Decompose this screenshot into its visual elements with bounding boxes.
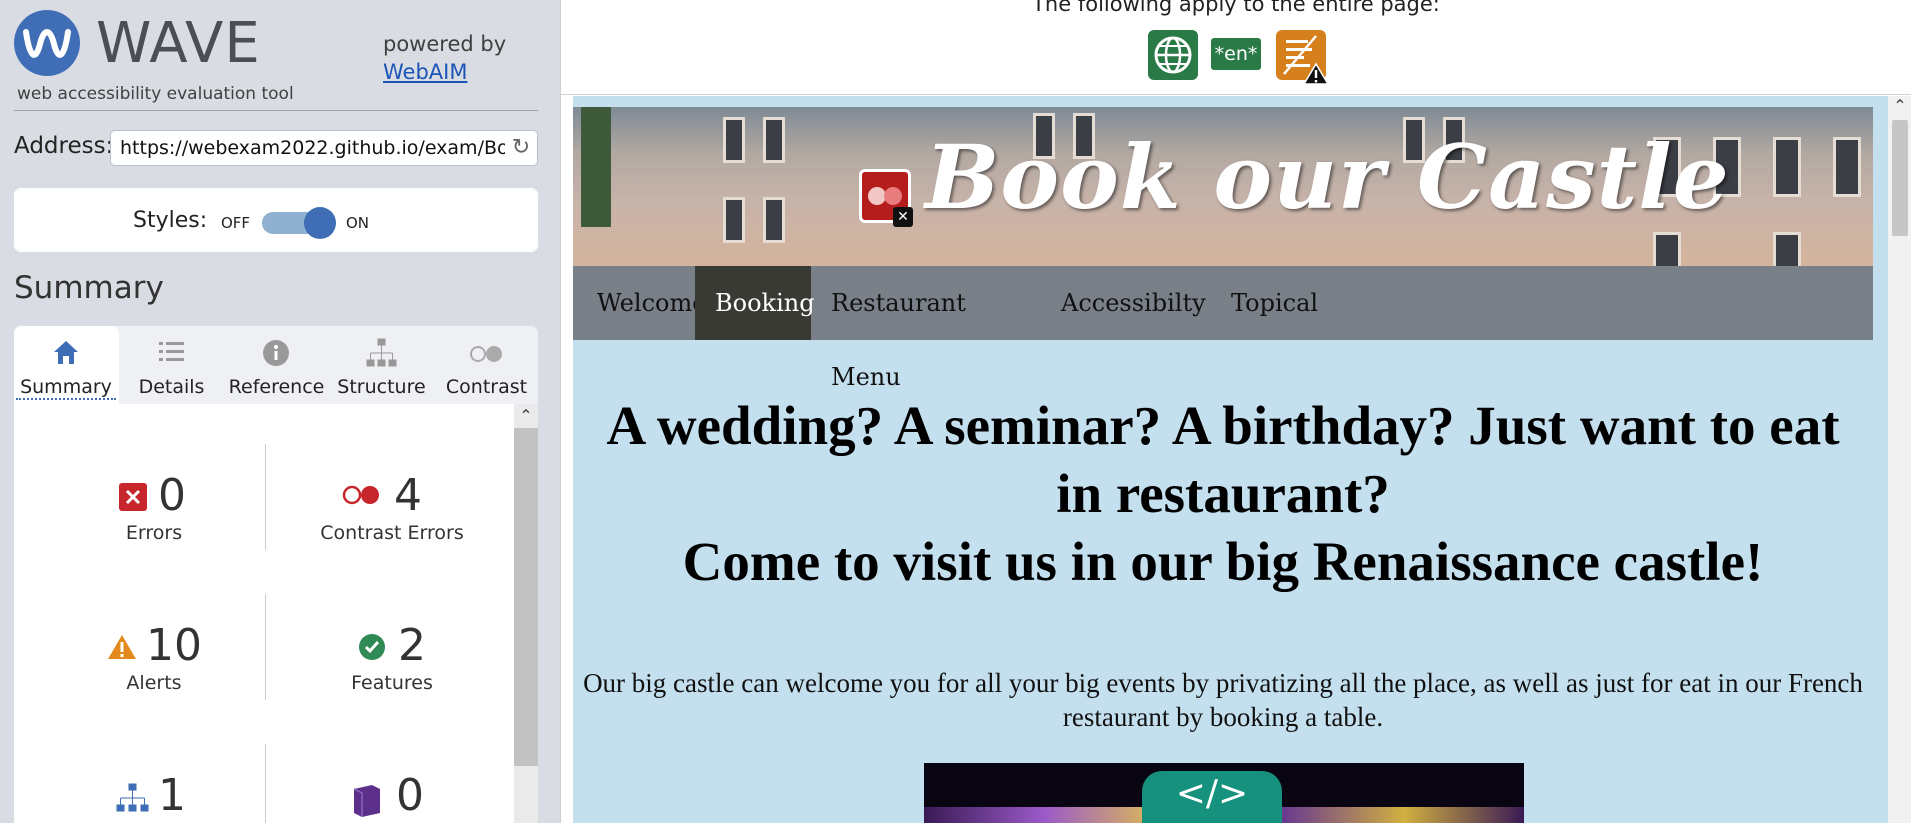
wave-title: WAVE (96, 11, 261, 76)
tree-shape (581, 107, 611, 227)
reload-icon[interactable]: ↻ (505, 131, 537, 165)
castle-window (763, 197, 785, 243)
stat-features[interactable]: 2 Features (272, 620, 512, 694)
stat-contrast-errors-label: Contrast Errors (320, 522, 464, 544)
aria-icon (353, 785, 380, 817)
tab-summary-label: Summary (16, 376, 116, 400)
nav-item-accessibilty[interactable]: Accessibilty (1041, 266, 1211, 340)
webaim-link[interactable]: WebAIM (383, 60, 467, 84)
stat-alerts[interactable]: 10 Alerts (34, 620, 274, 694)
tab-details-label: Details (138, 376, 205, 398)
page-notice: The following apply to the entire page: (1032, 0, 1440, 16)
stat-alerts-count: 10 (146, 620, 202, 671)
stat-aria-count: 0 (396, 770, 424, 821)
wave-sidebar: WAVE web accessibility evaluation tool p… (0, 0, 560, 823)
code-badge: </> (1142, 771, 1282, 823)
stat-structure[interactable]: 1 (34, 770, 274, 822)
tab-structure[interactable]: Structure (329, 326, 434, 404)
stat-features-label: Features (351, 672, 433, 694)
tab-reference-label: Reference (228, 376, 325, 398)
castle-window (1653, 232, 1681, 266)
castle-window (723, 197, 745, 243)
scroll-thumb[interactable] (514, 428, 538, 766)
hierarchy-icon (329, 336, 434, 368)
close-icon[interactable]: ✕ (893, 207, 913, 227)
styles-on-label: ON (346, 214, 370, 232)
panel-tabs: Summary Details Reference Structure Cont… (14, 326, 538, 404)
summary-heading: Summary (14, 270, 164, 306)
intro-text: Our big castle can welcome you for all y… (583, 668, 1863, 732)
nav-item-booking[interactable]: Booking (695, 266, 815, 340)
castle-banner-image: ✕ Book our Castle (573, 107, 1873, 266)
error-icon (119, 483, 147, 511)
summary-stats: 0 Errors 4 Contrast Errors 10 Alerts 2 F… (14, 404, 514, 823)
alert-icon (108, 635, 136, 659)
styles-label: Styles: (133, 208, 208, 233)
divider (561, 94, 1911, 95)
tab-structure-label: Structure (337, 376, 426, 398)
site-nav: Welcome Booking Restaurant Menu Accessib… (573, 266, 1873, 391)
castle-window (723, 117, 745, 163)
headline-line-1: A wedding? A seminar? A birthday? Just w… (606, 395, 1840, 524)
structure-icon (116, 783, 149, 812)
summary-scrollbar[interactable]: ⌃ (514, 404, 538, 823)
address-field[interactable]: https://webexam2022.github.io/exam/Bool … (110, 130, 538, 166)
wave-tagline: web accessibility evaluation tool (17, 84, 294, 104)
stat-structure-count: 1 (158, 770, 186, 821)
contrast-error-icon (342, 485, 379, 505)
tab-reference[interactable]: Reference (224, 326, 329, 404)
list-icon (119, 336, 224, 368)
chevron-up-icon[interactable]: ⌃ (1888, 96, 1911, 118)
castle-window (1773, 137, 1801, 197)
stat-features-count: 2 (398, 620, 426, 671)
feature-icon (359, 634, 385, 660)
divider (14, 110, 538, 111)
styles-off-label: OFF (221, 214, 251, 232)
chevron-up-icon[interactable]: ⌃ (514, 406, 538, 428)
nav-item-topical[interactable]: Topical (1211, 266, 1341, 340)
tab-details[interactable]: Details (119, 326, 224, 404)
contrast-icon (434, 336, 539, 368)
nav-item-restaurant-menu[interactable]: Restaurant Menu (811, 266, 1041, 391)
tab-contrast[interactable]: Contrast (434, 326, 539, 404)
tab-summary[interactable]: Summary (14, 326, 119, 404)
code-image: </> (924, 763, 1524, 823)
stat-aria[interactable]: 0 (272, 770, 512, 822)
evaluated-page: The following apply to the entire page: … (560, 0, 1911, 823)
home-icon (14, 336, 119, 368)
info-icon (224, 336, 329, 368)
castle-window (1773, 232, 1801, 266)
stat-errors-count: 0 (158, 470, 186, 521)
headline-line-2: Come to visit us in our big Renaissance … (682, 531, 1764, 592)
globe-icon[interactable] (1148, 30, 1198, 80)
castle-window (763, 117, 785, 163)
site-title: Book our Castle (925, 125, 1730, 229)
stat-alerts-label: Alerts (126, 672, 182, 694)
address-input[interactable]: https://webexam2022.github.io/exam/Bool (120, 137, 526, 159)
scroll-thumb[interactable] (1892, 120, 1908, 236)
page-headline: A wedding? A seminar? A birthday? Just w… (573, 392, 1873, 596)
tab-contrast-label: Contrast (445, 376, 528, 398)
address-label: Address: (14, 133, 114, 159)
site-content: ✕ Book our Castle Welcome Booking Restau… (573, 96, 1888, 823)
language-badge[interactable]: *en* (1211, 38, 1261, 70)
castle-window (1833, 137, 1861, 197)
powered-by-text: powered by (383, 32, 507, 56)
styles-toggle-panel: Styles: OFF ON (14, 188, 538, 252)
styles-toggle-knob[interactable] (304, 207, 336, 239)
stat-errors-label: Errors (125, 522, 183, 544)
page-scrollbar[interactable]: ⌃ (1888, 96, 1911, 823)
stat-contrast-errors-count: 4 (394, 470, 422, 521)
stat-contrast-errors[interactable]: 4 Contrast Errors (272, 470, 512, 544)
wave-logo-icon (14, 10, 80, 76)
intro-paragraph: Our big castle can welcome you for all y… (573, 666, 1873, 734)
nav-item-welcome[interactable]: Welcome (573, 266, 706, 340)
document-alert-icon[interactable] (1276, 30, 1330, 85)
stat-errors[interactable]: 0 Errors (34, 470, 274, 544)
